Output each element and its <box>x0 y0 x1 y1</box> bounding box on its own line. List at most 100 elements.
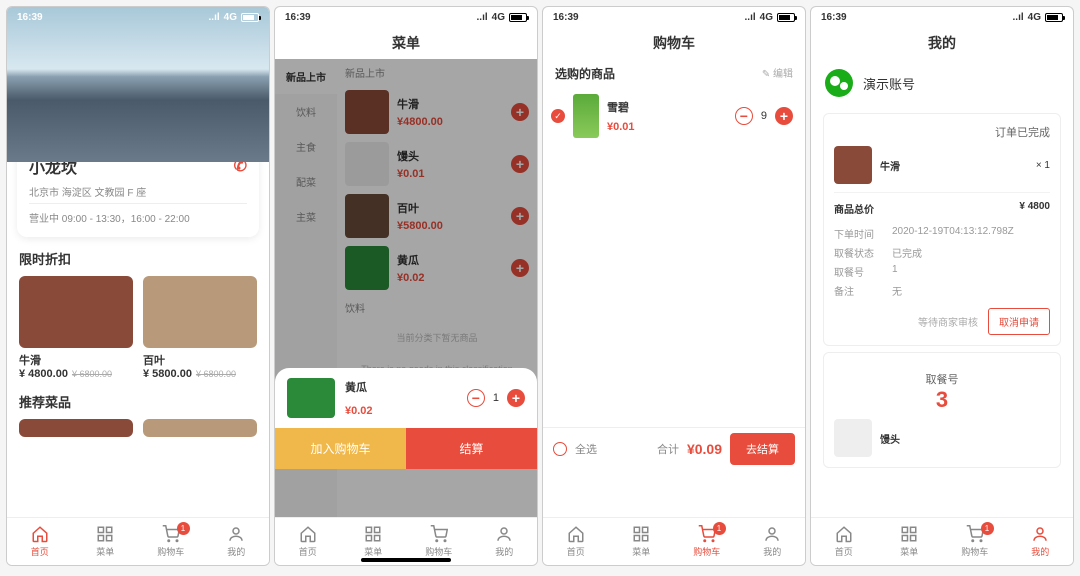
dish-old-price: ¥ 6800.00 <box>72 369 112 379</box>
tab-home[interactable]: 首页 <box>275 518 341 565</box>
tab-label: 菜单 <box>96 545 114 558</box>
tab-me[interactable]: 我的 <box>204 518 270 565</box>
grid-icon <box>632 525 650 543</box>
cancel-button[interactable]: 取消申请 <box>988 308 1050 335</box>
tab-me[interactable]: 我的 <box>472 518 538 565</box>
meta-key: 下单时间 <box>834 226 884 241</box>
wechat-icon <box>825 69 853 97</box>
battery-icon <box>509 13 527 22</box>
status-time: 16:39 <box>285 12 311 23</box>
net-label: 4G <box>492 12 505 23</box>
add-to-cart-button[interactable]: 加入购物车 <box>275 428 406 469</box>
home-icon <box>31 525 49 543</box>
tab-label: 首页 <box>299 545 317 558</box>
edit-button[interactable]: ✎ 编辑 <box>762 65 793 82</box>
page-title: 菜单 <box>275 27 537 59</box>
meta-key: 取餐号 <box>834 264 884 279</box>
tabbar: 首页 菜单 1购物车 我的 <box>811 517 1073 565</box>
order-total-value: ¥ 4800 <box>1019 201 1050 216</box>
tabbar: 首页 菜单 1 购物车 我的 <box>543 517 805 565</box>
status-bar: 16:39 ..ıl4G <box>7 7 269 27</box>
minus-icon[interactable]: − <box>467 389 485 407</box>
cart-badge: 1 <box>981 522 994 535</box>
tab-menu[interactable]: 菜单 <box>877 518 943 565</box>
cart-item-price: ¥0.01 <box>607 121 727 133</box>
dish-card[interactable]: 百叶 ¥ 5800.00¥ 6800.00 <box>143 276 257 380</box>
tab-cart[interactable]: 1 购物车 <box>138 518 204 565</box>
radio-icon[interactable] <box>553 442 567 456</box>
net-label: 4G <box>1028 12 1041 23</box>
tab-home[interactable]: 首页 <box>7 518 73 565</box>
home-indicator <box>361 558 451 562</box>
screen-menu: 16:39 ..ıl4G 菜单 新品上市 饮料 主食 配菜 主菜 新品上市 牛滑… <box>274 6 538 566</box>
qty-value: 9 <box>761 110 767 122</box>
checkout-button[interactable]: 去结算 <box>730 433 795 465</box>
signal-icon: ..ıl <box>745 12 756 23</box>
qty-value: 1 <box>493 392 499 404</box>
shop-hours: 营业中 09:00 - 13:30，16:00 - 22:00 <box>29 203 247 225</box>
shop-address: 北京市 海淀区 文教园 F 座 <box>29 184 247 199</box>
status-bar: 16:39 ..ıl4G <box>811 7 1073 27</box>
grid-icon <box>900 525 918 543</box>
status-time: 16:39 <box>821 12 847 23</box>
cart-item: ✓ 雪碧 ¥0.01 − 9 + <box>543 88 805 144</box>
order-card[interactable]: 取餐号 3 馒头 <box>823 352 1061 468</box>
checkout-button[interactable]: 结算 <box>406 428 537 469</box>
plus-icon[interactable]: + <box>775 107 793 125</box>
tab-label: 首页 <box>31 545 49 558</box>
page-title: 我的 <box>811 27 1073 59</box>
hero-image <box>7 7 269 162</box>
tab-label: 我的 <box>763 545 781 558</box>
tab-home[interactable]: 首页 <box>543 518 609 565</box>
tab-menu[interactable]: 菜单 <box>73 518 139 565</box>
wait-label: 等待商家审核 <box>918 314 978 329</box>
grid-icon <box>96 525 114 543</box>
sheet-image <box>287 378 335 418</box>
dish-price: ¥ 4800.00 <box>19 368 68 380</box>
tab-label: 菜单 <box>632 545 650 558</box>
meta-val: 2020-12-19T04:13:12.798Z <box>892 226 1014 241</box>
tab-label: 菜单 <box>900 545 918 558</box>
order-card[interactable]: 订单已完成 牛滑 × 1 商品总价¥ 4800 下单时间2020-12-19T0… <box>823 113 1061 346</box>
home-icon <box>299 525 317 543</box>
radio-checked-icon[interactable]: ✓ <box>551 109 565 123</box>
user-icon <box>495 525 513 543</box>
signal-icon: ..ıl <box>477 12 488 23</box>
order-item-name: 馒头 <box>880 431 1050 446</box>
select-all-label[interactable]: 全选 <box>575 441 597 457</box>
minus-icon[interactable]: − <box>735 107 753 125</box>
meta-val: 已完成 <box>892 245 922 260</box>
cart-badge: 1 <box>177 522 190 535</box>
tab-label: 购物车 <box>425 545 452 558</box>
dish-name: 牛滑 <box>19 352 133 368</box>
tab-label: 菜单 <box>364 545 382 558</box>
tab-cart[interactable]: 1 购物车 <box>674 518 740 565</box>
tab-me[interactable]: 我的 <box>740 518 806 565</box>
status-time: 16:39 <box>553 12 579 23</box>
tab-label: 购物车 <box>693 545 720 558</box>
tab-me[interactable]: 我的 <box>1008 518 1074 565</box>
tabbar: 首页 菜单 1 购物车 我的 <box>7 517 269 565</box>
section-discount: 限时折扣 <box>7 237 269 276</box>
dish-old-price: ¥ 6800.00 <box>196 369 236 379</box>
dish-card[interactable] <box>19 419 133 437</box>
cart-badge: 1 <box>713 522 726 535</box>
dish-image <box>143 419 257 437</box>
net-label: 4G <box>760 12 773 23</box>
order-status: 订单已完成 <box>834 124 1050 140</box>
user-icon <box>1031 525 1049 543</box>
net-label: 4G <box>224 12 237 23</box>
tab-cart[interactable]: 1购物车 <box>942 518 1008 565</box>
dish-card[interactable]: 牛滑 ¥ 4800.00 ¥ 6800.00 <box>19 276 133 380</box>
tab-home[interactable]: 首页 <box>811 518 877 565</box>
plus-icon[interactable]: + <box>507 389 525 407</box>
order-image <box>834 419 872 457</box>
dish-image <box>19 419 133 437</box>
tab-label: 首页 <box>567 545 585 558</box>
dish-image <box>19 276 133 348</box>
cart-item-name: 雪碧 <box>607 99 727 115</box>
screen-home: 16:39 ..ıl4G 小龙坎✆ 北京市 海淀区 文教园 F 座 营业中 09… <box>6 6 270 566</box>
tab-menu[interactable]: 菜单 <box>609 518 675 565</box>
dish-card[interactable] <box>143 419 257 437</box>
tab-label: 购物车 <box>157 545 184 558</box>
